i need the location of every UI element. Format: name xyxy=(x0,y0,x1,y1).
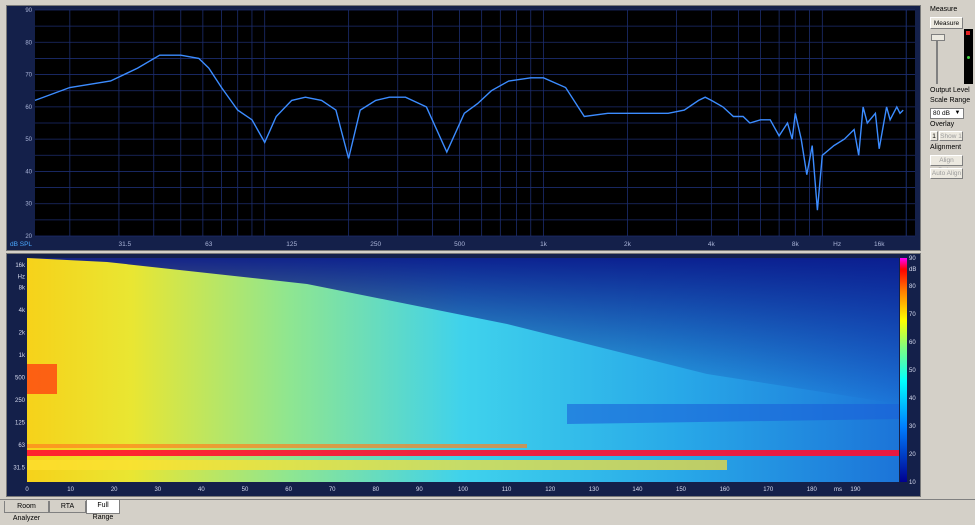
output-level-slider-track[interactable] xyxy=(936,34,938,84)
x-tick-label: 31.5 xyxy=(119,241,132,248)
spectrogram-x-tick-label: 180 xyxy=(807,487,818,493)
y-tick-label: 40 xyxy=(25,169,32,175)
colorbar-tick-label: 60 xyxy=(909,340,916,346)
spectrogram-y-tick-label: 16k xyxy=(15,263,26,269)
colorbar xyxy=(900,258,907,482)
y-tick-label: 60 xyxy=(25,105,32,111)
spectrogram-y-tick-label: 250 xyxy=(15,398,26,404)
spectrogram-x-tick-label: 80 xyxy=(372,487,379,493)
scale-range-value: 80 dB xyxy=(933,110,950,117)
x-tick-label: Hz xyxy=(833,241,841,248)
spectrogram-x-tick-label: 70 xyxy=(329,487,336,493)
spectrogram-y-tick-label: 125 xyxy=(15,421,26,427)
y-tick-label: 30 xyxy=(25,202,32,208)
spectrogram-y-tick-label: 500 xyxy=(15,376,26,382)
spectrogram-x-tick-label: 10 xyxy=(67,487,74,493)
overlay-label: Overlay xyxy=(930,121,955,128)
spectrogram-y-tick-label: 1k xyxy=(19,353,26,359)
spectrogram-y-tick-label: 31.5 xyxy=(13,465,25,471)
x-tick-label: 500 xyxy=(454,241,465,248)
spectrogram-hot-region xyxy=(27,364,57,394)
x-tick-label: 63 xyxy=(205,241,213,248)
spectrogram-panel: 16k Hz 8k 4k 2k 1k 500 250 125 63 31.5 0 10 20 30 40 50… xyxy=(6,253,921,497)
y-tick-label: 90 xyxy=(25,8,32,14)
y-axis-label: dB SPL xyxy=(10,241,32,248)
output-level-label: Output Level xyxy=(930,87,970,94)
spectrogram-x-tick-label: 50 xyxy=(242,487,249,493)
tab-room-analyzer[interactable]: Room Analyzer xyxy=(4,501,49,522)
y-tick-label: 50 xyxy=(25,137,32,143)
colorbar-tick-label: 90 xyxy=(909,256,916,262)
spectrogram-x-tick-label: 120 xyxy=(545,487,556,493)
tab-rta[interactable]: RTA xyxy=(49,501,86,513)
x-tick-label: 250 xyxy=(370,241,381,248)
spectrogram-low-frequency-band xyxy=(27,450,899,456)
spectrogram-x-tick-label: ms xyxy=(834,487,842,493)
auto-align-button[interactable]: Auto Align xyxy=(930,168,963,179)
colorbar-tick-label: 50 xyxy=(909,368,916,374)
spectrogram-x-tick-label: 110 xyxy=(502,487,512,493)
control-sidebar: Measure Measure Output Level Scale Range… xyxy=(926,0,975,500)
show-overlay-button[interactable]: Show 1 xyxy=(939,131,963,141)
x-tick-label: 16k xyxy=(874,241,885,248)
chevron-down-icon: ▼ xyxy=(954,110,961,116)
spectrogram-y-tick-label: 8k xyxy=(19,286,26,292)
alignment-label: Alignment xyxy=(930,144,962,151)
bottom-tab-bar: Room Analyzer RTA Full Range xyxy=(0,499,975,522)
y-tick-label: 20 xyxy=(25,234,32,240)
spectrogram-y-tick-label: Hz xyxy=(18,275,25,281)
spectrogram-x-tick-label: 60 xyxy=(285,487,292,493)
spectrogram-x-tick-label: 90 xyxy=(416,487,423,493)
spectrogram-x-tick-label: 30 xyxy=(154,487,161,493)
spectrogram-x-tick-label: 20 xyxy=(111,487,118,493)
spectrogram-x-tick-label: 100 xyxy=(458,487,469,493)
spectrogram-band xyxy=(27,444,527,448)
spectrogram-x-tick-label: 130 xyxy=(589,487,600,493)
scale-range-label: Scale Range xyxy=(930,97,971,104)
spectrogram-y-tick-label: 4k xyxy=(19,308,26,314)
frequency-response-panel: 90 80 70 60 50 40 30 20 31.5 63 125 250 500 1k 2k 4k 8k… xyxy=(6,5,921,251)
spectrogram-y-tick-label: 2k xyxy=(19,331,26,337)
x-tick-label: 4k xyxy=(708,241,716,248)
spectrogram-x-tick-label: 160 xyxy=(720,487,731,493)
y-tick-label: 80 xyxy=(25,40,32,46)
frequency-response-chart: 90 80 70 60 50 40 30 20 31.5 63 125 250 500 1k 2k 4k 8k… xyxy=(10,8,915,248)
spectrogram-x-tick-label: 190 xyxy=(850,487,861,493)
spectrogram-x-tick-label: 170 xyxy=(763,487,774,493)
meter-peak-indicator xyxy=(966,31,970,35)
output-level-slider-handle[interactable] xyxy=(931,34,945,41)
align-delay-button[interactable]: Align Delay xyxy=(930,155,963,174)
x-tick-label: 125 xyxy=(286,241,297,248)
spectrogram-y-tick-label: 63 xyxy=(18,443,25,449)
overlay-index-button[interactable]: 1 xyxy=(930,131,938,141)
y-tick-label: 70 xyxy=(25,73,32,79)
colorbar-tick-label: 40 xyxy=(909,396,916,402)
x-tick-label: 1k xyxy=(540,241,548,248)
spectrogram-chart: 16k Hz 8k 4k 2k 1k 500 250 125 63 31.5 0 10 20 30 40 50… xyxy=(13,256,916,493)
colorbar-tick-label: 70 xyxy=(909,312,916,318)
colorbar-tick-label: 10 xyxy=(909,480,916,486)
colorbar-tick-label: 20 xyxy=(909,452,916,458)
spectrogram-band xyxy=(27,460,727,470)
colorbar-tick-label: dB xyxy=(909,267,916,273)
colorbar-tick-label: 80 xyxy=(909,284,916,290)
x-tick-label: 8k xyxy=(792,241,800,248)
measure-button[interactable]: Measure xyxy=(930,17,963,29)
x-tick-label: 2k xyxy=(624,241,632,248)
measure-label: Measure xyxy=(930,6,958,13)
spectrogram-x-tick-label: 150 xyxy=(676,487,687,493)
output-level-meter xyxy=(964,29,973,84)
scale-range-select[interactable]: 80 dB ▼ xyxy=(930,108,964,119)
colorbar-tick-label: 30 xyxy=(909,424,916,430)
spectrogram-x-tick-label: 40 xyxy=(198,487,205,493)
meter-level-indicator xyxy=(967,56,970,59)
spectrogram-x-tick-label: 0 xyxy=(25,487,29,493)
tab-full-range[interactable]: Full Range xyxy=(86,500,120,521)
spectrogram-x-tick-label: 140 xyxy=(632,487,643,493)
